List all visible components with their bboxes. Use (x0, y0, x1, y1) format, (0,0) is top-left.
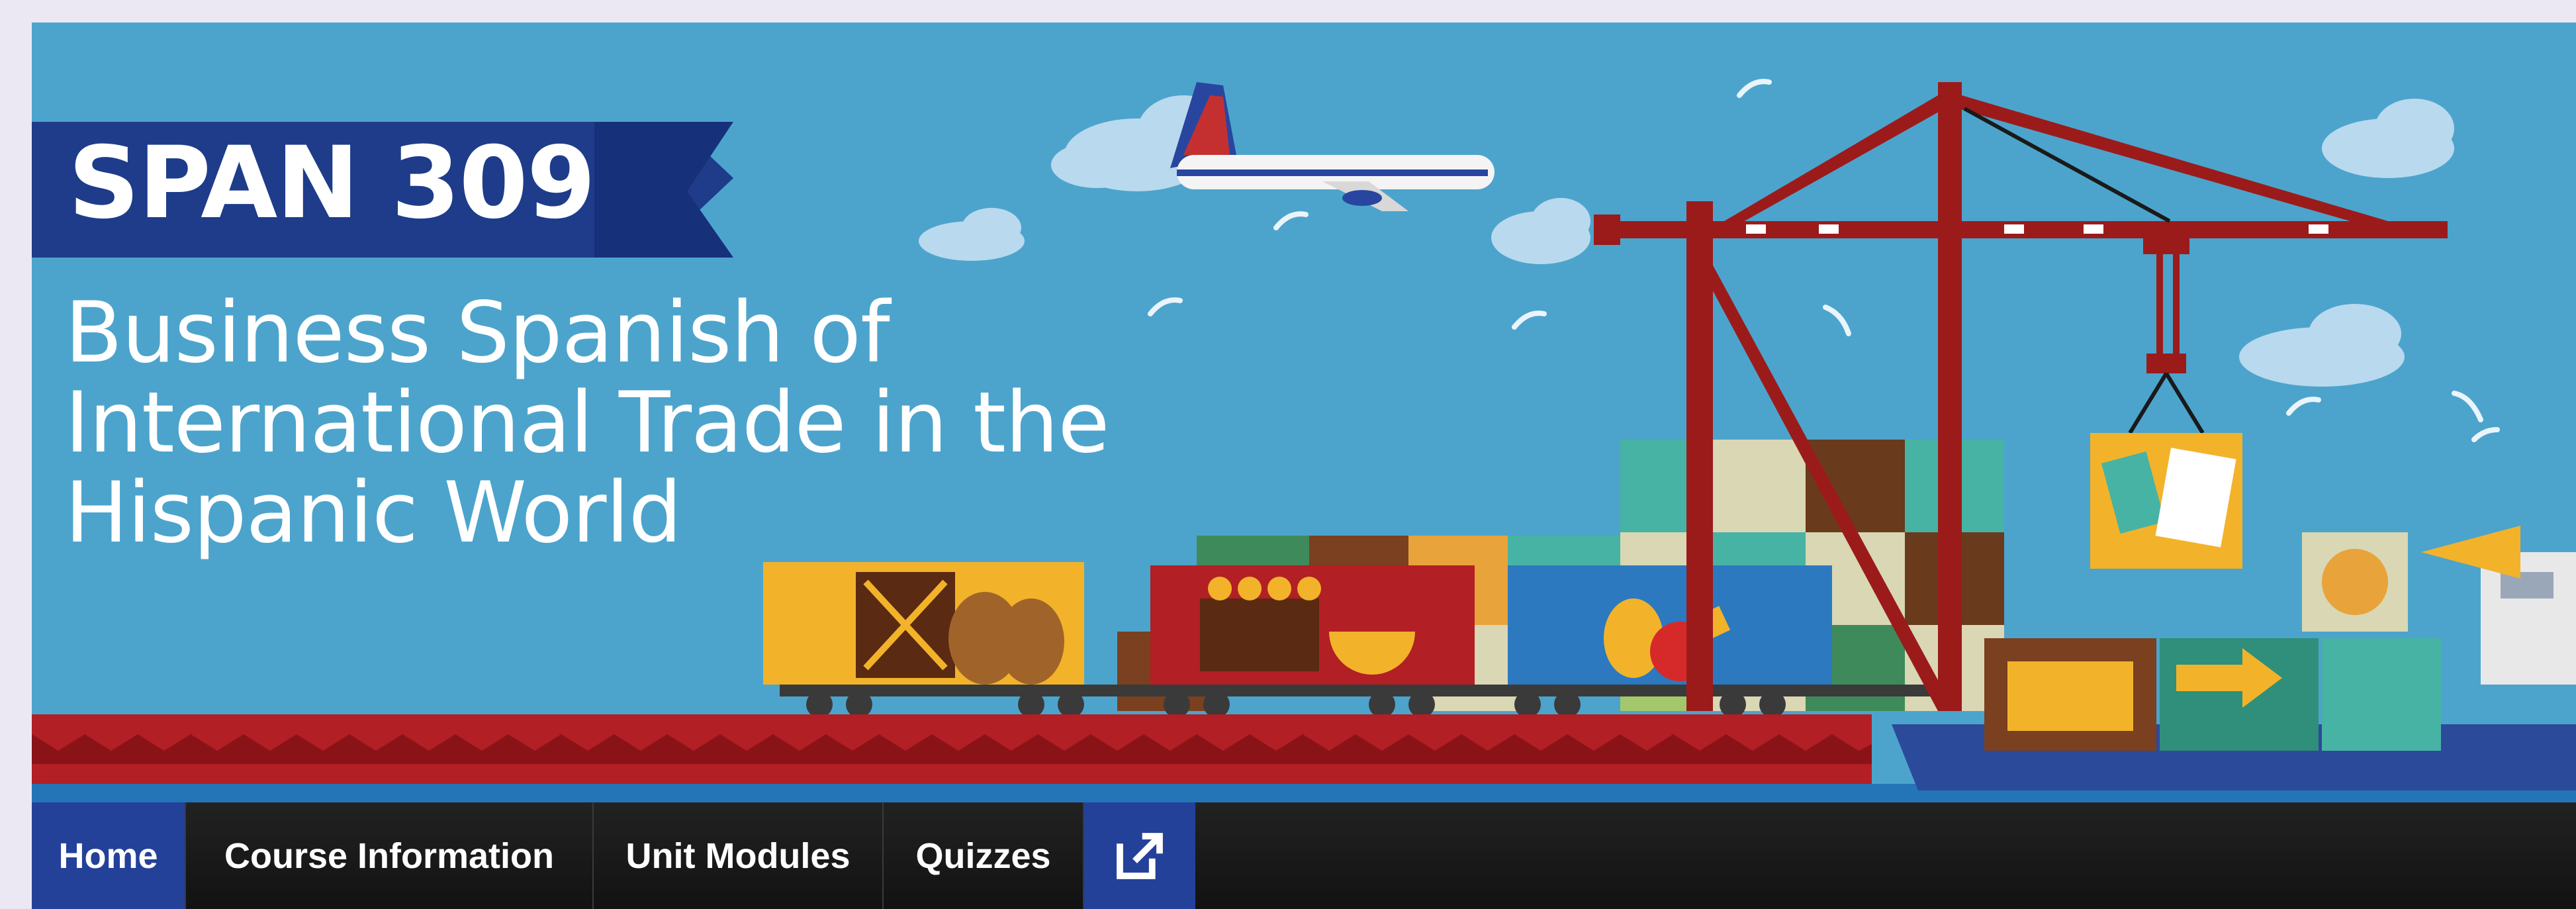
train (763, 562, 1958, 718)
course-code: SPAN 309 (68, 126, 596, 241)
external-link-icon (1117, 832, 1163, 879)
banner-frame: SPAN 309 Business Spanish of Internation… (32, 23, 2576, 909)
nav-home[interactable]: Home (32, 802, 186, 909)
external-link-button[interactable] (1084, 802, 1195, 909)
nav-quizzes[interactable]: Quizzes (884, 802, 1084, 909)
nav-unit-modules[interactable]: Unit Modules (594, 802, 884, 909)
course-title: Business Spanish of International Trade … (65, 283, 1110, 561)
nav-course-information[interactable]: Course Information (186, 802, 594, 909)
main-navigation: Home Course Information Unit Modules Qui… (32, 802, 2576, 909)
